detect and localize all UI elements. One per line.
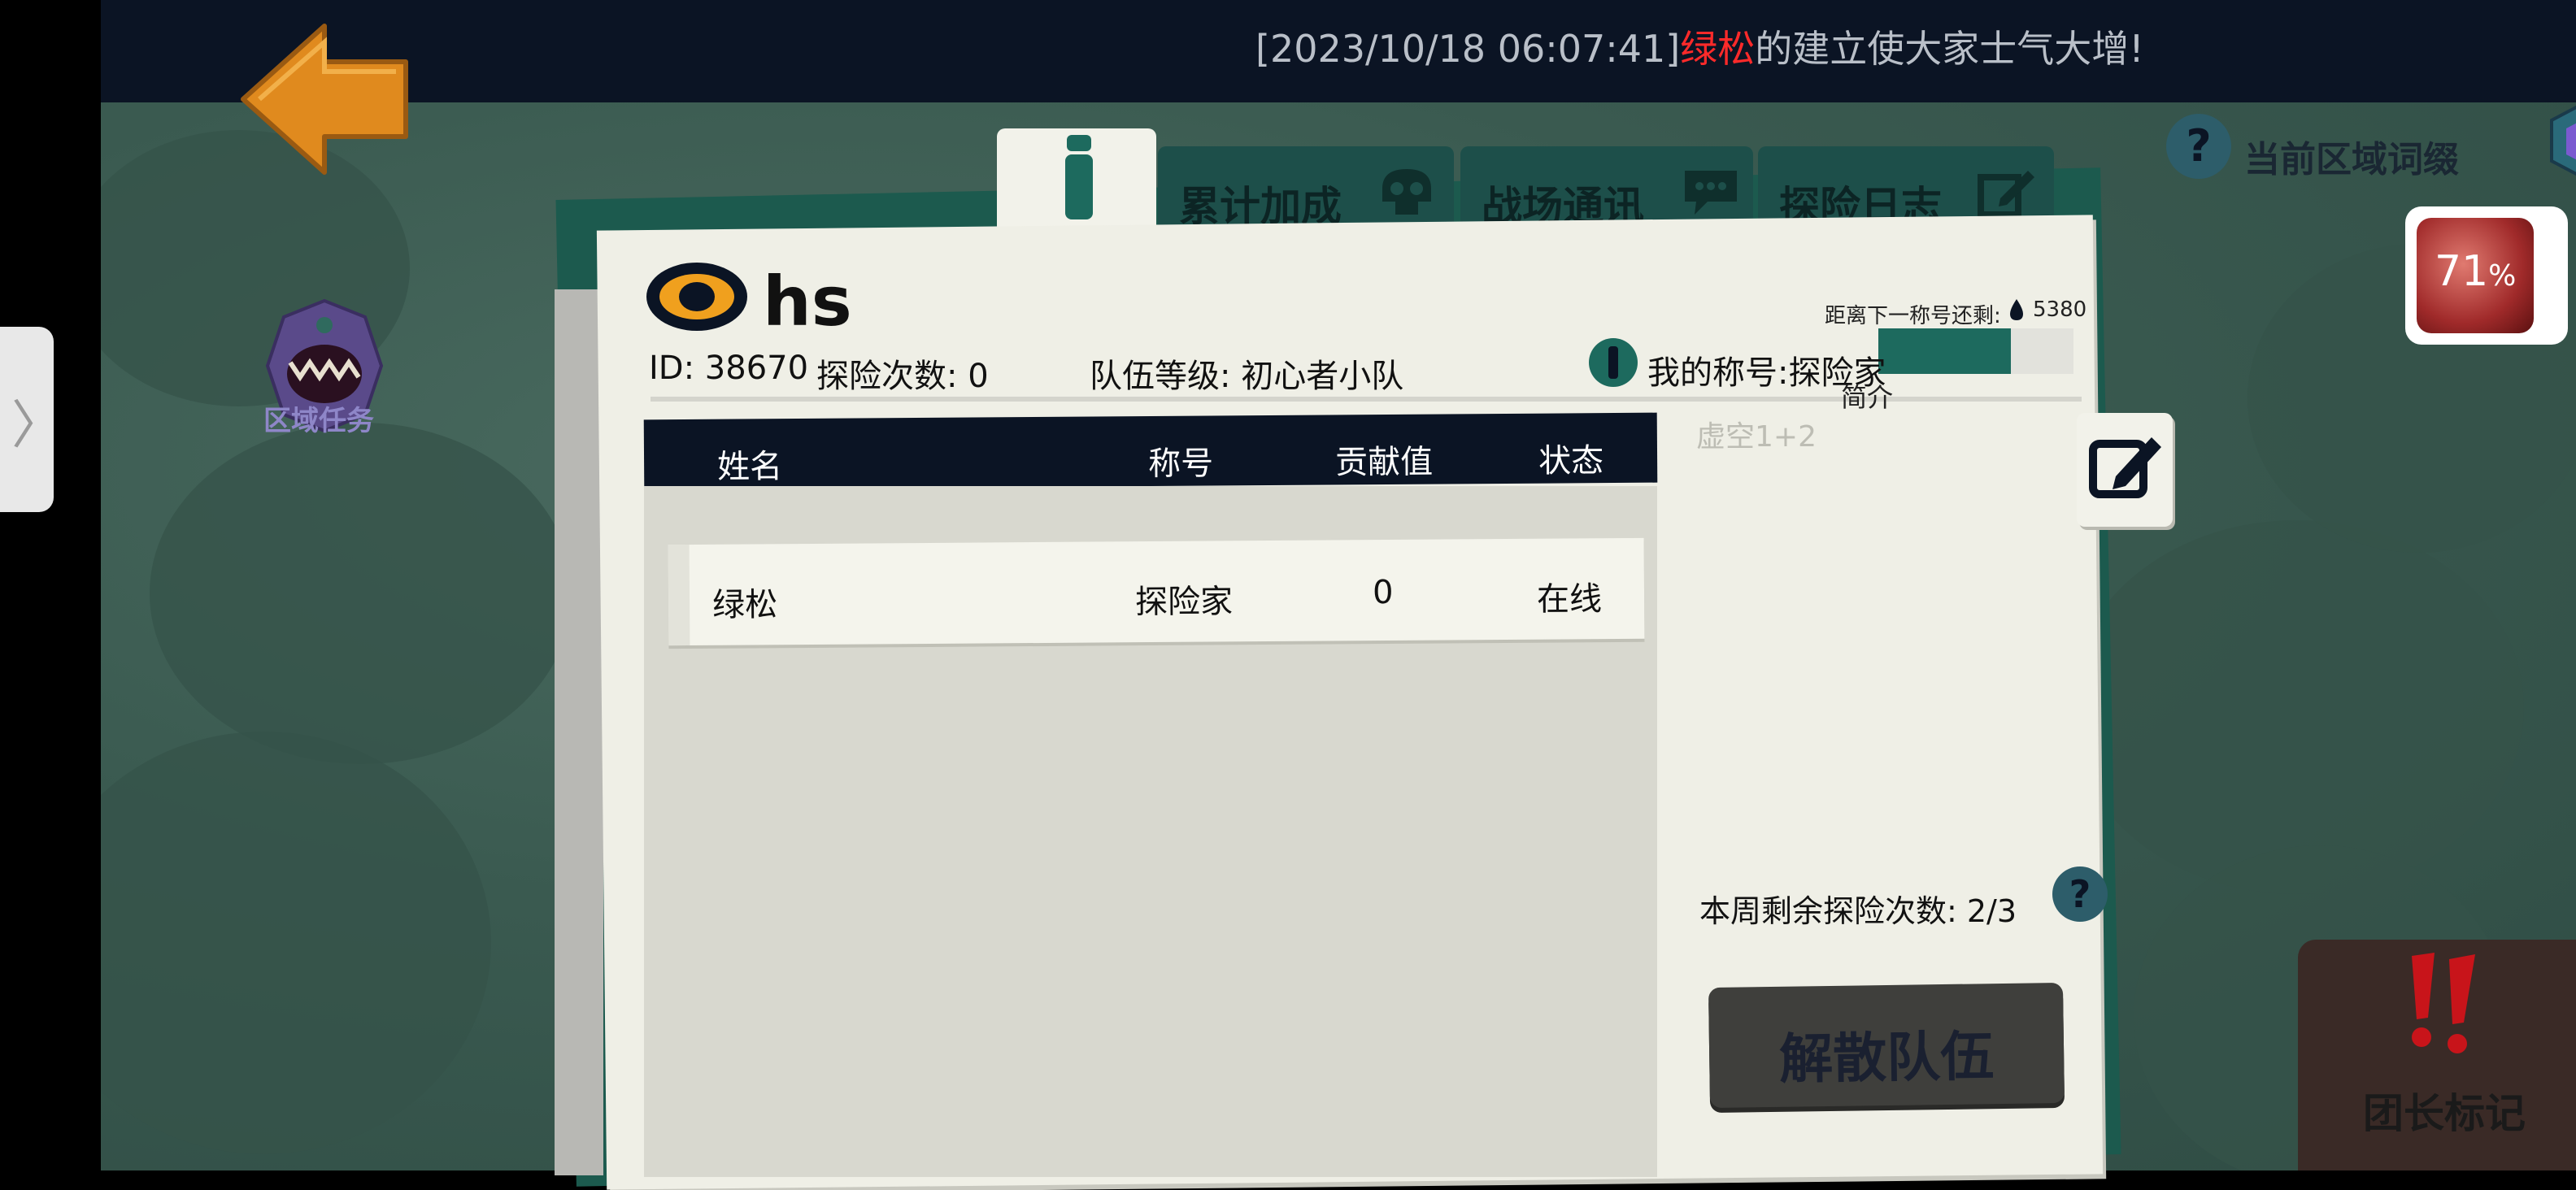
- next-title-value: 5380: [2033, 298, 2087, 322]
- background-foliage: [101, 732, 491, 1154]
- progress-percent: 71%: [2435, 247, 2516, 296]
- column-header-name: 姓名: [716, 448, 783, 486]
- chat-icon: [1685, 171, 1737, 215]
- eye-icon: [646, 263, 747, 331]
- area-task-label[interactable]: 区域任务: [263, 398, 374, 438]
- edit-icon: [2089, 437, 2161, 498]
- back-arrow-icon[interactable]: [235, 18, 414, 180]
- member-status: 在线: [1536, 580, 1603, 619]
- broadcast-timestamp: [2023/10/18 06:07:41]: [1255, 27, 1681, 71]
- side-drawer-handle[interactable]: 〉: [0, 327, 63, 512]
- exclamation-icon: [2412, 953, 2475, 1053]
- intro-label: 简介: [1841, 382, 1894, 413]
- row-stripe: [668, 545, 690, 646]
- skull-icon: [1382, 169, 1431, 215]
- column-header-contribution: 贡献值: [1334, 443, 1434, 482]
- region-portal-icon[interactable]: [2547, 96, 2576, 185]
- tab-info[interactable]: [997, 128, 1156, 239]
- member-contribution: 0: [1372, 573, 1394, 612]
- title-progress-fill: [1878, 328, 2012, 374]
- member-title: 探险家: [1134, 583, 1234, 622]
- title-progress-bar: [1878, 328, 2073, 374]
- edit-intro-button[interactable]: [2077, 413, 2173, 527]
- intro-text: 虚空1+2: [1696, 420, 1817, 454]
- broadcast-message: [2023/10/18 06:07:41]绿松的建立使大家士气大增!: [1255, 20, 2144, 73]
- top-broadcast-bar: [2023/10/18 06:07:41]绿松的建立使大家士气大增!: [101, 0, 2576, 102]
- member-table-header: 姓名 称号 贡献值 状态: [643, 412, 1658, 490]
- help-icon[interactable]: ?: [2166, 114, 2231, 179]
- region-affix-label[interactable]: 当前区域词缀: [2244, 130, 2459, 182]
- chevron-right-icon: 〉: [11, 396, 63, 456]
- progress-unit: %: [2488, 259, 2517, 293]
- tab-cumulative-bonus[interactable]: 累计加成: [1158, 146, 1454, 230]
- leader-mark-button[interactable]: 团长标记: [2298, 940, 2576, 1170]
- column-header-status: 状态: [1538, 442, 1604, 480]
- title-info-icon[interactable]: [1589, 338, 1638, 387]
- broadcast-player: 绿松: [1680, 27, 1756, 71]
- explore-count: 探险次数: 0: [816, 358, 989, 395]
- team-name: hs: [763, 262, 852, 341]
- info-icon: [1065, 154, 1093, 219]
- table-row[interactable]: 绿松 探险家 0 在线: [668, 537, 1645, 646]
- progress-value: 71: [2435, 247, 2489, 296]
- background-foliage: [150, 423, 572, 764]
- broadcast-text: 的建立使大家士气大增!: [1755, 27, 2144, 71]
- disband-label: 解散队伍: [1778, 1025, 1995, 1091]
- edit-icon: [1978, 171, 2034, 218]
- help-icon[interactable]: ?: [2052, 866, 2108, 922]
- member-name: 绿松: [711, 586, 778, 624]
- background-foliage: [2069, 520, 2524, 894]
- disband-team-button[interactable]: 解散队伍: [1708, 982, 2065, 1109]
- team-level: 队伍等级: 初心者小队: [1090, 358, 1404, 395]
- column-header-title: 称号: [1147, 445, 1214, 484]
- panel-shadow: [555, 289, 603, 1175]
- currency-drop-icon: [2010, 299, 2023, 320]
- tab-battle-comms[interactable]: 战场通讯: [1460, 146, 1753, 230]
- weekly-remaining: 本周剩余探险次数: 2/3: [1699, 893, 2017, 929]
- team-id: ID: 38670: [649, 350, 809, 387]
- next-title-label: 距离下一称号还剩:: [1825, 304, 2001, 328]
- progress-badge[interactable]: 71%: [2405, 206, 2568, 345]
- leader-mark-label: 团长标记: [2363, 1090, 2526, 1137]
- info-icon-dot: [1067, 135, 1091, 151]
